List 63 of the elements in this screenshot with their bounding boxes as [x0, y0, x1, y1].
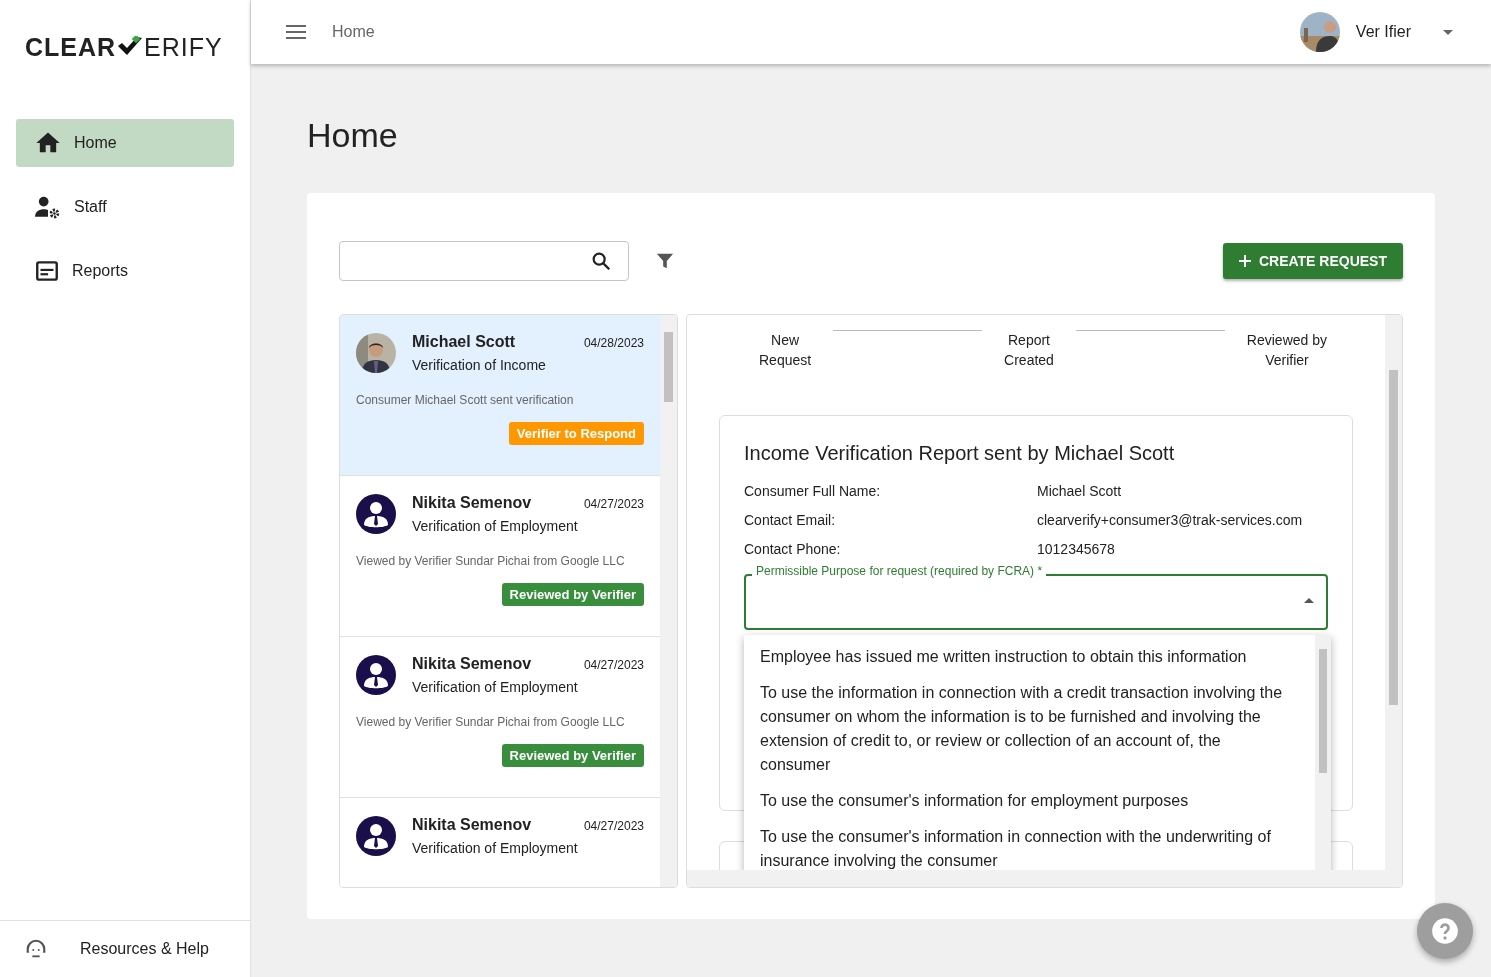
- field-value: 1012345678: [1037, 541, 1116, 558]
- search-icon[interactable]: [590, 250, 612, 272]
- create-request-button[interactable]: CREATE REQUEST: [1222, 243, 1403, 279]
- request-item[interactable]: Michael Scott 04/28/2023 Verification of Income Consumer Michael Scott sent verification Verifier to Respond: [340, 315, 660, 476]
- field-label: Contact Email:: [744, 512, 837, 529]
- question-icon: [1431, 917, 1459, 945]
- request-type: Verification of Employment: [412, 679, 579, 695]
- status-badge: Verifier to Respond: [508, 422, 644, 445]
- menu-option[interactable]: Employee has issued me written instruction to obtain this information: [760, 639, 1290, 675]
- scrollbar[interactable]: [687, 870, 1402, 887]
- menu-option[interactable]: To use the consumer's information for employment purposes: [760, 783, 1290, 819]
- nav-item[interactable]: Staff: [16, 183, 234, 231]
- field-label: Consumer Full Name:: [744, 483, 882, 500]
- field-label: Permissible Purpose for request (required by FCRA) *: [752, 564, 1047, 578]
- status-badge: Reviewed by Verifier: [501, 744, 644, 767]
- status-badge: Reviewed by Verifier: [501, 583, 644, 606]
- step-label: Report Created: [1004, 331, 1054, 370]
- scrollbar[interactable]: [660, 315, 677, 887]
- person-icon: [356, 494, 396, 534]
- user-name[interactable]: Ver Ifier: [1355, 23, 1411, 41]
- requester-name: Michael Scott: [412, 333, 516, 351]
- nav-item[interactable]: Home: [16, 119, 234, 167]
- field-value: Michael Scott: [1037, 483, 1123, 500]
- request-date: 04/27/2023: [583, 497, 644, 511]
- menu-option[interactable]: To use the consumer's information in connection with the underwriting of insurance involving the consumer: [760, 819, 1290, 870]
- requester-name: Nikita Semenov: [412, 494, 532, 512]
- breadcrumb: Home: [332, 23, 375, 41]
- request-date: 04/27/2023: [583, 658, 644, 672]
- person-gear-icon: [34, 194, 62, 220]
- scrollbar[interactable]: [1385, 315, 1402, 870]
- request-date: 04/27/2023: [583, 819, 644, 833]
- requester-name: Nikita Semenov: [412, 816, 532, 834]
- request-message: Consumer Michael Scott sent verification: [356, 393, 575, 407]
- field-label: Contact Phone:: [744, 541, 842, 558]
- step-label: New Request: [759, 331, 812, 370]
- help-link[interactable]: Resources & Help: [80, 940, 209, 958]
- headset-icon: [25, 938, 47, 960]
- report-title: Income Verification Report sent by Michael Scott: [744, 442, 1176, 465]
- search-field[interactable]: [339, 241, 629, 281]
- request-type: Verification of Employment: [412, 518, 579, 534]
- scrollbar[interactable]: [1315, 635, 1331, 870]
- request-message: Viewed by Verifier Sundar Pichai from Google LLC: [356, 554, 626, 568]
- menu-option[interactable]: To use the information in connection with a credit transaction involving the consumer on whom the information is to be furnished and involving the extension of credit to, or review or collection of an account of, the consumer: [760, 675, 1290, 783]
- request-type: Verification of Employment: [412, 840, 579, 856]
- page-title: Home: [307, 116, 399, 155]
- request-message: Viewed by Verifier Sundar Pichai from Google LLC: [356, 715, 626, 729]
- filter-icon[interactable]: [656, 252, 674, 270]
- request-type: Verification of Income: [412, 357, 547, 373]
- logo-text: CLEAR: [25, 32, 117, 62]
- nav-item[interactable]: Reports: [16, 247, 234, 295]
- menu-icon[interactable]: [286, 25, 306, 39]
- caret-icon[interactable]: [1443, 29, 1453, 35]
- requester-name: Nikita Semenov: [412, 655, 532, 673]
- logo-text: ERIFY: [144, 32, 223, 62]
- help-button[interactable]: [1417, 903, 1473, 959]
- caret-icon: [1304, 598, 1314, 603]
- person-icon: [356, 655, 396, 695]
- step-label: Reviewed by Verifier: [1246, 331, 1327, 370]
- plus-icon: [1238, 255, 1251, 267]
- document-icon: [34, 258, 60, 284]
- person-icon: [356, 816, 396, 856]
- request-date: 04/28/2023: [583, 336, 644, 350]
- field-value: clearverify+consumer3@trak-services.com: [1037, 512, 1304, 529]
